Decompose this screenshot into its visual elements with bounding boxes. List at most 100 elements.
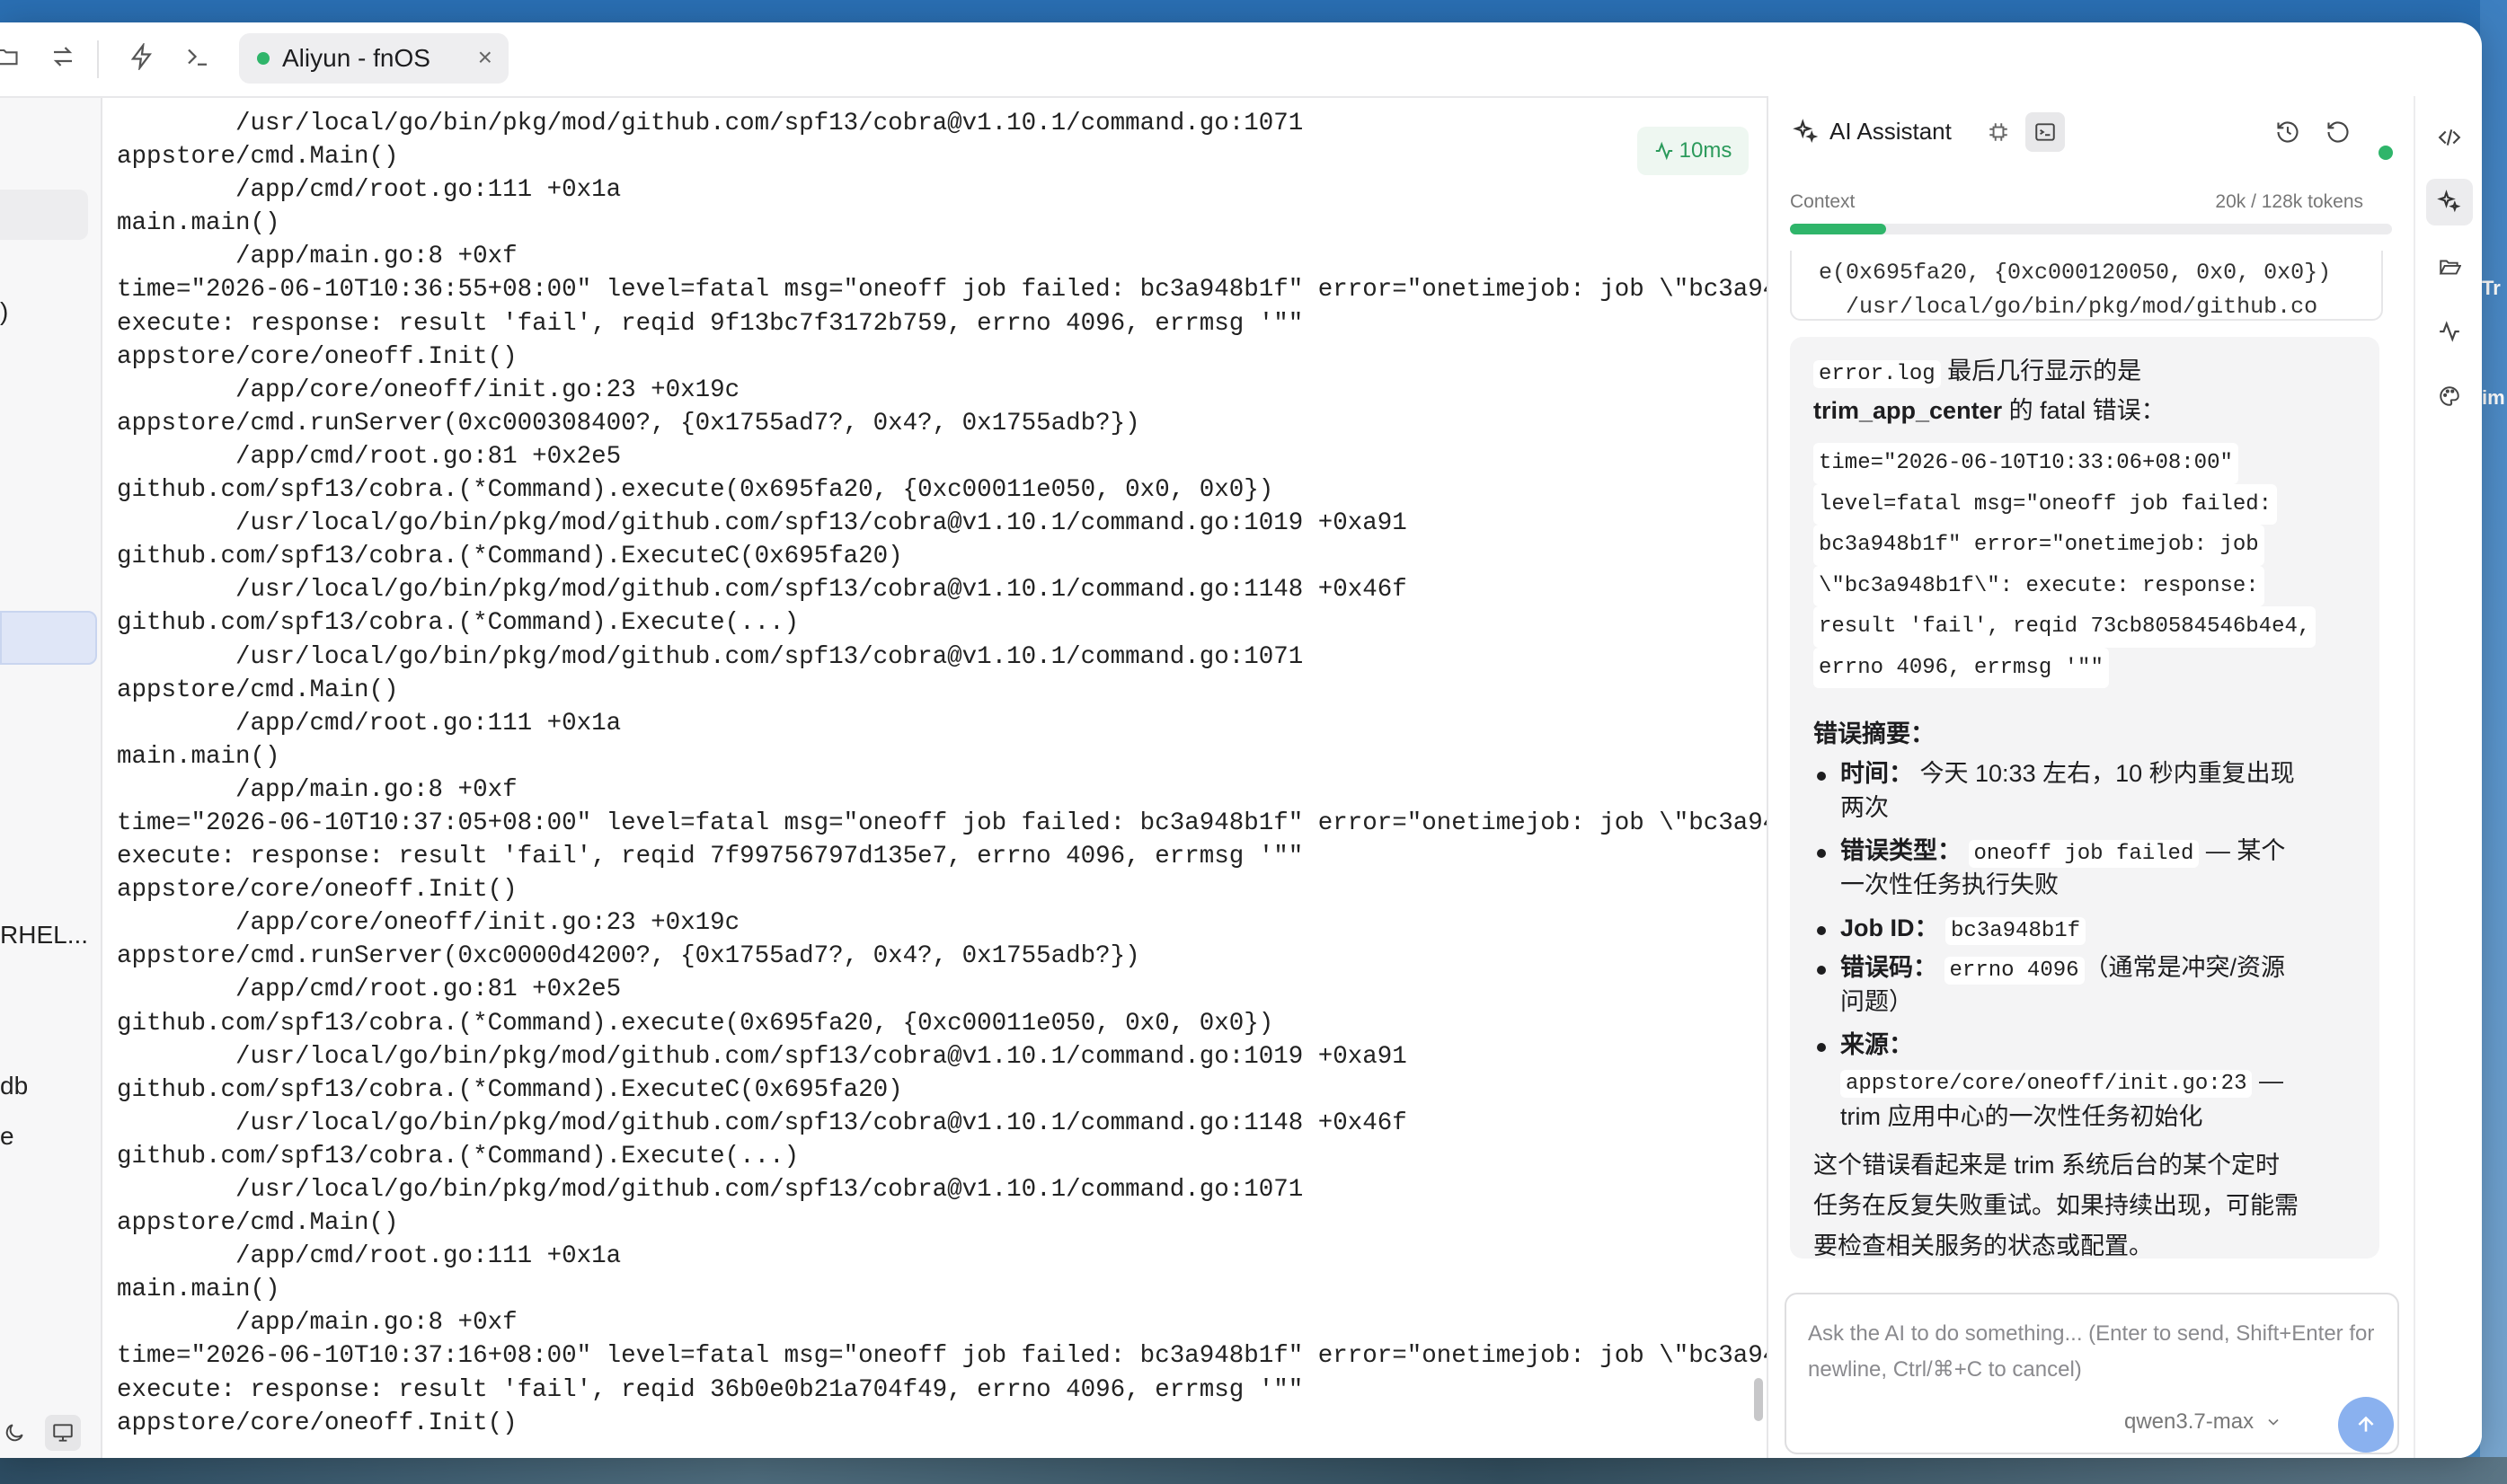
monitor-icon[interactable] bbox=[45, 1415, 81, 1451]
bullet-text: （通常是冲突/资源 bbox=[2084, 954, 2286, 981]
sidebar-item-selected[interactable] bbox=[0, 611, 97, 665]
ai-sparkles-icon[interactable] bbox=[2426, 179, 2473, 225]
ai-title: AI Assistant bbox=[1829, 118, 1952, 145]
desktop-edge-label: Tr bbox=[2482, 277, 2501, 299]
bullet-dot bbox=[1817, 849, 1826, 858]
ai-prompt-input[interactable]: Ask the AI to do something... (Enter to … bbox=[1785, 1293, 2399, 1454]
error-line: result 'fail', reqid 73cb80584546b4e4, bbox=[1813, 606, 2317, 648]
sparkles-icon bbox=[1786, 112, 1826, 152]
folder-icon[interactable] bbox=[0, 37, 27, 76]
app-window: Aliyun - fnOS × ) RHEL... db e /usr/loca… bbox=[0, 22, 2482, 1458]
inline-code: oneoff job failed bbox=[1968, 840, 2200, 868]
close-icon[interactable]: × bbox=[478, 44, 492, 71]
sidebar-item-label[interactable]: ) bbox=[0, 297, 8, 326]
message-intro: error.log 最后几行显示的是 bbox=[1813, 351, 2142, 388]
bullet-job-id: Job ID： bc3a948b1f bbox=[1840, 910, 2086, 950]
context-value: 20k / 128k tokens bbox=[2215, 191, 2363, 212]
status-dot bbox=[2379, 146, 2393, 160]
bullet-text: 一次性任务执行失败 bbox=[1840, 871, 2059, 898]
message-conclusion: 这个错误看起来是 trim 系统后台的某个定时 任务在反复失败重试。如果持续出现… bbox=[1813, 1145, 2299, 1267]
divider bbox=[97, 40, 99, 78]
error-line: time="2026-06-10T10:33:06+08:00" bbox=[1813, 443, 2238, 484]
folder-open-icon[interactable] bbox=[2426, 243, 2473, 290]
activity-icon bbox=[1655, 141, 1672, 161]
app-name: trim_app_center bbox=[1813, 397, 2003, 424]
summary-heading: 错误摘要： bbox=[1813, 720, 1935, 747]
message-text: 的 fatal 错误： bbox=[2002, 397, 2166, 424]
error-line: bc3a948b1f" error="onetimejob: job bbox=[1813, 525, 2264, 566]
tab-aliyun-fnos[interactable]: Aliyun - fnOS × bbox=[239, 33, 509, 84]
sidebar-item[interactable] bbox=[0, 190, 88, 240]
top-bar: Aliyun - fnOS × bbox=[0, 22, 1779, 98]
tool-output-card: e(0x695fa20, {0xc000120050, 0x0, 0x0}) /… bbox=[1790, 251, 2383, 321]
terminal-text: /usr/local/go/bin/pkg/mod/github.com/spf… bbox=[117, 110, 1882, 1437]
connection-status-dot bbox=[257, 52, 270, 65]
bullet-time: 时间： 今天 10:33 左右，10 秒内重复出现 bbox=[1840, 755, 2295, 791]
prompt-placeholder: Ask the AI to do something... (Enter to … bbox=[1808, 1321, 2375, 1382]
ai-assistant-panel: AI Assistant Context 20k / 128k tokens e… bbox=[1767, 96, 2414, 1458]
desktop-background bbox=[0, 1457, 2507, 1484]
bullet-dot bbox=[1817, 926, 1826, 935]
bullet-text: 两次 bbox=[1840, 794, 1889, 821]
conclusion-line: 任务在反复失败重试。如果持续出现，可能需 bbox=[1813, 1192, 2299, 1219]
bullet-text: 问题） bbox=[1840, 988, 1913, 1015]
sidebar: ) RHEL... db e bbox=[0, 98, 102, 1458]
moon-icon[interactable] bbox=[0, 1415, 32, 1451]
inline-code: error.log bbox=[1813, 360, 1941, 388]
history-icon[interactable] bbox=[2268, 112, 2308, 152]
sidebar-item-label[interactable]: db bbox=[0, 1072, 28, 1100]
bullet-dot bbox=[1817, 1043, 1826, 1052]
bullet-text: trim 应用中心的一次性任务初始化 bbox=[1840, 1103, 2203, 1130]
bullet-text: 今天 10:33 左右，10 秒内重复出现 bbox=[1919, 760, 2295, 787]
lightning-icon[interactable] bbox=[122, 37, 162, 76]
terminal-scrollbar[interactable] bbox=[1754, 1378, 1763, 1421]
inline-code: appstore/core/oneoff/init.go:23 bbox=[1840, 1070, 2253, 1098]
refresh-icon[interactable] bbox=[2318, 112, 2358, 152]
latency-badge: 10ms bbox=[1637, 127, 1749, 175]
inline-code: bc3a948b1f bbox=[1945, 917, 2086, 945]
activity-icon[interactable] bbox=[2426, 308, 2473, 355]
inline-code: errno 4096 bbox=[1944, 957, 2085, 985]
terminal-context-icon[interactable] bbox=[2025, 112, 2065, 152]
tab-label: Aliyun - fnOS bbox=[282, 44, 430, 72]
terminal-icon[interactable] bbox=[178, 37, 217, 76]
right-icon-rail bbox=[2414, 96, 2482, 1458]
chevron-down-icon bbox=[2268, 1418, 2279, 1426]
chip-icon[interactable] bbox=[1979, 112, 2018, 152]
arrow-up-icon bbox=[2358, 1416, 2374, 1432]
transfer-icon[interactable] bbox=[43, 37, 83, 76]
bullet-text: — 某个 bbox=[2199, 837, 2286, 864]
error-line: level=fatal msg="oneoff job failed: bbox=[1813, 483, 2278, 525]
bullet-dot bbox=[1817, 772, 1826, 781]
code-icon[interactable] bbox=[2426, 114, 2473, 161]
context-progress-bar bbox=[1790, 224, 2392, 234]
error-line: errno 4096, errmsg '"" bbox=[1813, 647, 2109, 688]
assistant-message: error.log 最后几行显示的是 trim_app_center 的 fat… bbox=[1790, 337, 2379, 1259]
bullet-text: — bbox=[2252, 1067, 2283, 1094]
bullet-label: 来源： bbox=[1840, 1031, 1913, 1058]
conclusion-line: 这个错误看起来是 trim 系统后台的某个定时 bbox=[1813, 1152, 2280, 1179]
chat-messages[interactable]: e(0x695fa20, {0xc000120050, 0x0, 0x0}) /… bbox=[1768, 251, 2414, 1285]
sidebar-item-label[interactable]: RHEL... bbox=[0, 921, 88, 950]
palette-icon[interactable] bbox=[2426, 373, 2473, 420]
error-line: \"bc3a948b1f\": execute: response: bbox=[1813, 565, 2264, 606]
latency-value: 10ms bbox=[1679, 138, 1732, 163]
bullet-label: Job ID： bbox=[1840, 914, 1939, 941]
sidebar-item-label[interactable]: e bbox=[0, 1122, 14, 1151]
context-label: Context bbox=[1790, 191, 1856, 212]
ai-header: AI Assistant bbox=[1768, 96, 2414, 168]
send-button[interactable] bbox=[2338, 1397, 2394, 1453]
error-code-block: time="2026-06-10T10:33:06+08:00" level=f… bbox=[1813, 443, 2352, 688]
terminal-output[interactable]: /usr/local/go/bin/pkg/mod/github.com/spf… bbox=[102, 98, 1882, 1458]
context-progress-fill bbox=[1790, 224, 1887, 234]
message-intro-line2: trim_app_center 的 fatal 错误： bbox=[1813, 391, 2166, 426]
bullet-label: 错误类型： bbox=[1840, 837, 1962, 864]
tool-output-text: e(0x695fa20, {0xc000120050, 0x0, 0x0}) /… bbox=[1819, 260, 2332, 320]
bullet-dot bbox=[1817, 966, 1826, 975]
conclusion-line: 要检查相关服务的状态或配置。 bbox=[1813, 1232, 2153, 1259]
bullet-source: appstore/core/oneoff/init.go:23 — bbox=[1840, 1063, 2283, 1102]
model-selector[interactable]: qwen3.7-max bbox=[2124, 1409, 2282, 1435]
bullet-label: 错误码： bbox=[1840, 954, 1937, 981]
model-name: qwen3.7-max bbox=[2124, 1409, 2255, 1434]
message-text: 最后几行显示的是 bbox=[1940, 358, 2142, 384]
